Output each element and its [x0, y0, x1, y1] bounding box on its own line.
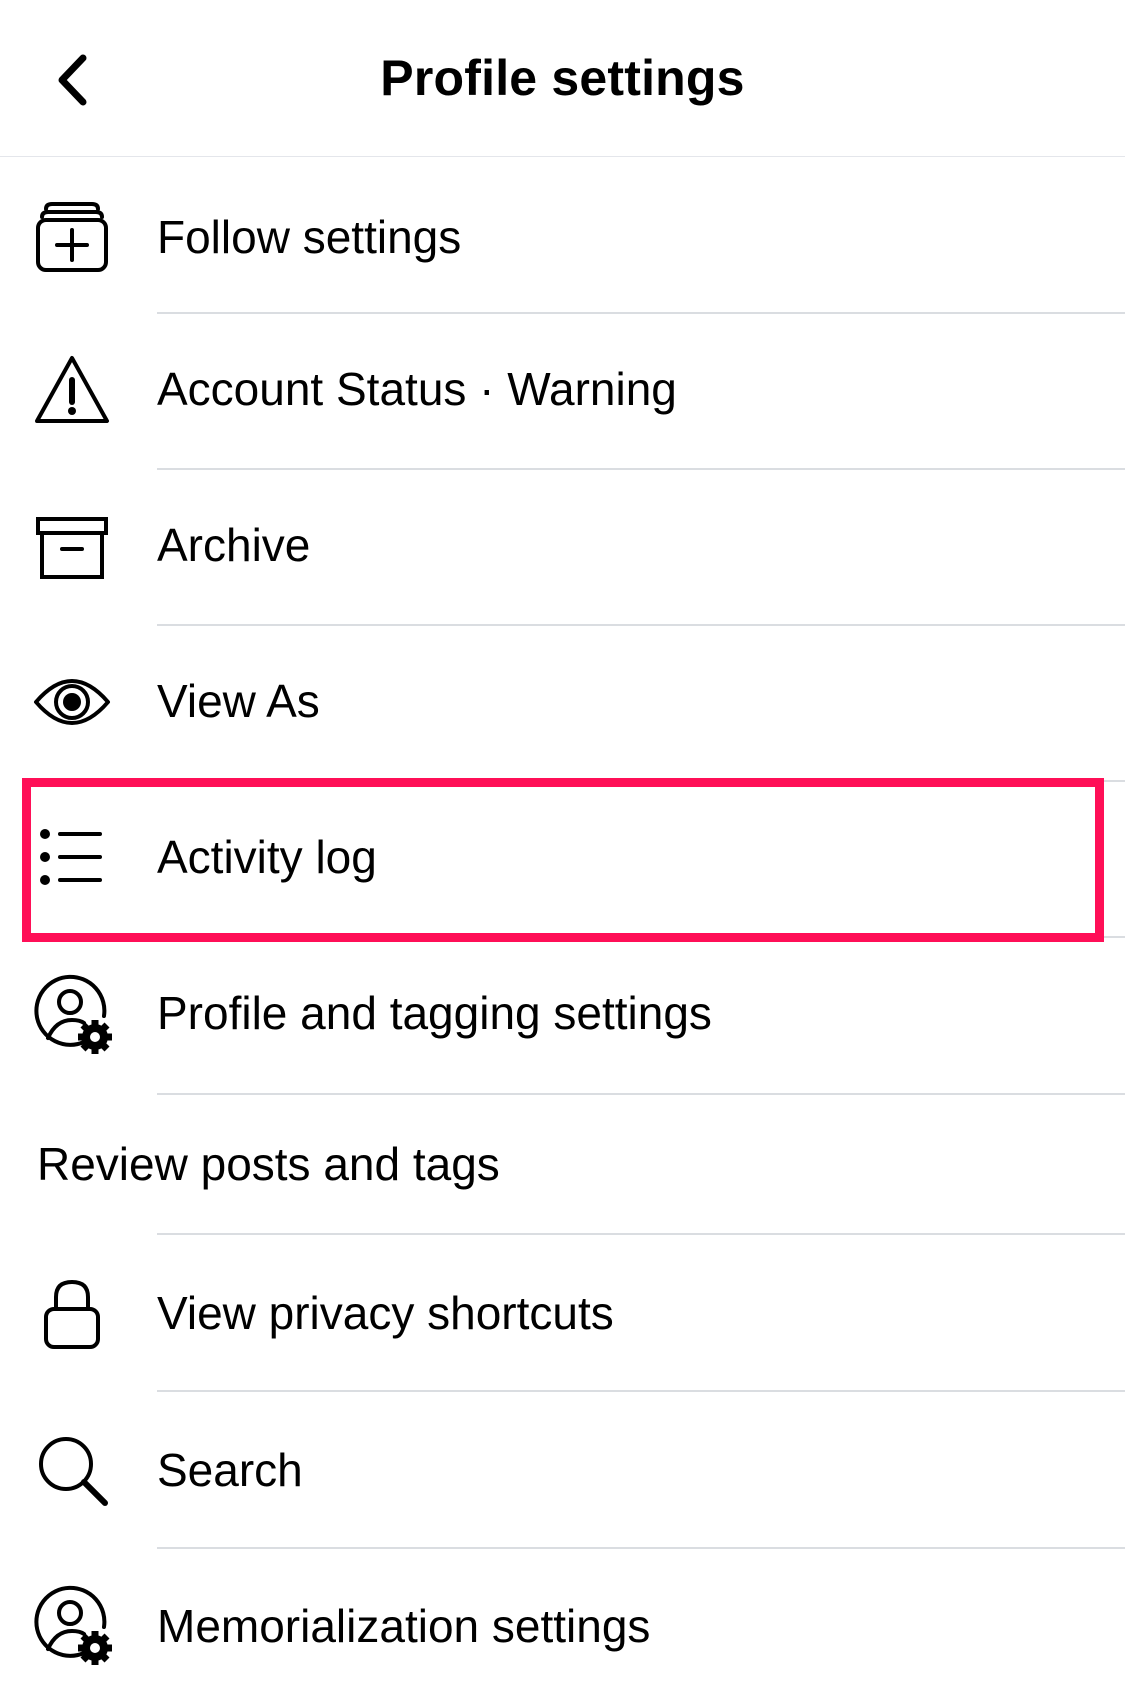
- menu-item-label: Archive: [157, 519, 311, 571]
- menu-item-label: Search: [157, 1444, 303, 1496]
- menu-item-label: View As: [157, 675, 320, 727]
- menu-item-archive[interactable]: Archive: [0, 470, 1125, 626]
- menu-item-search[interactable]: Search: [0, 1392, 1125, 1549]
- menu-item-label: Follow settings: [157, 211, 462, 263]
- lock-icon: [32, 1273, 112, 1353]
- menu-item-label: Account Status · Warning: [157, 363, 677, 415]
- search-icon: [32, 1430, 112, 1510]
- menu-item-account-status[interactable]: Account Status · Warning: [0, 314, 1125, 470]
- section-title-review-posts: Review posts and tags: [37, 1138, 500, 1190]
- menu-item-privacy-shortcuts[interactable]: View privacy shortcuts: [0, 1235, 1125, 1392]
- chevron-left-icon: [58, 54, 87, 106]
- menu-item-follow-settings[interactable]: Follow settings: [0, 157, 1125, 314]
- header-bar: Profile settings: [0, 0, 1125, 157]
- page-title: Profile settings: [380, 50, 745, 106]
- warning-icon: [32, 350, 112, 430]
- menu-item-label: View privacy shortcuts: [157, 1287, 614, 1339]
- menu-item-label: Profile and tagging settings: [157, 987, 712, 1039]
- back-button[interactable]: [40, 40, 104, 120]
- eye-icon: [32, 662, 112, 742]
- menu-item-label: Activity log: [157, 831, 377, 883]
- menu-item-activity-log[interactable]: Activity log: [0, 782, 1125, 938]
- list-icon: [32, 818, 112, 898]
- profile-gear-icon: [32, 1585, 112, 1665]
- profile-gear-icon: [32, 974, 112, 1054]
- menu-item-memorialization[interactable]: Memorialization settings: [0, 1549, 1125, 1696]
- separator: [157, 1093, 1125, 1095]
- follow-add-icon: [32, 197, 112, 277]
- archive-box-icon: [32, 506, 112, 586]
- menu-item-profile-tagging[interactable]: Profile and tagging settings: [0, 938, 1125, 1095]
- menu-item-label: Memorialization settings: [157, 1600, 651, 1652]
- menu-item-view-as[interactable]: View As: [0, 626, 1125, 782]
